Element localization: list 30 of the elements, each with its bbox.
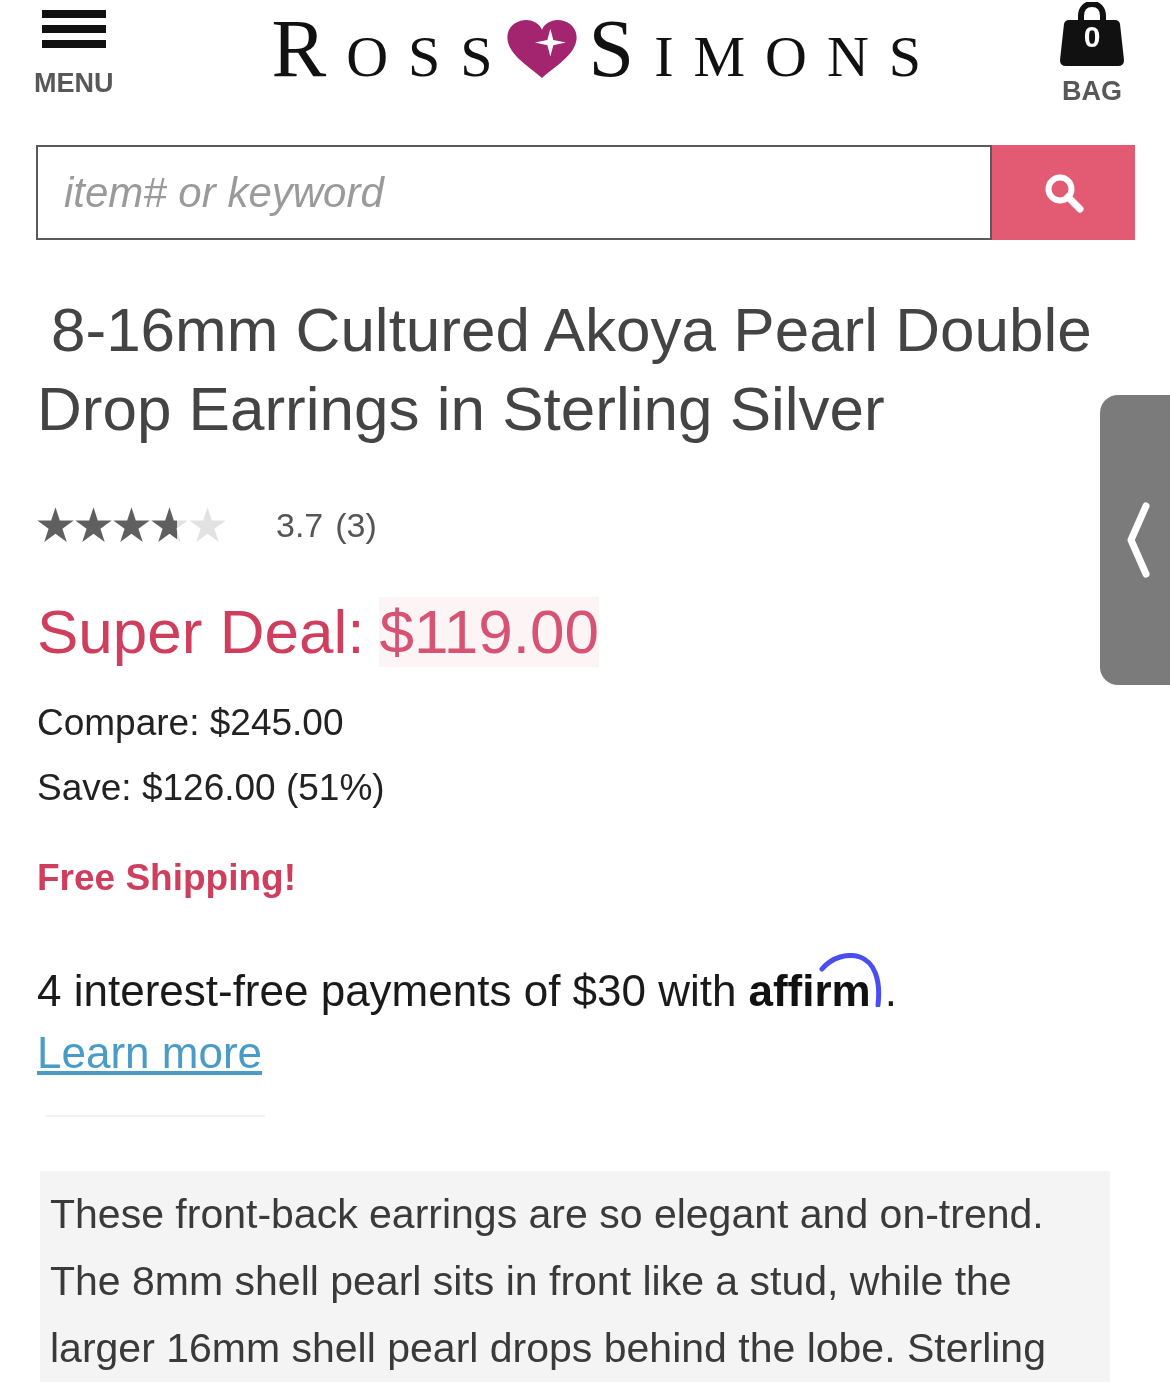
bag-button[interactable]: 0 BAG [1059, 0, 1125, 107]
logo-text: ROSS [271, 8, 513, 90]
price-amount: $119.00 [379, 597, 599, 667]
product-title: 8-16mm Cultured Akoya Pearl Double Drop Earrings in Sterling Silver [37, 294, 1093, 445]
menu-button[interactable]: MENU [34, 0, 114, 99]
star-icon [75, 507, 112, 543]
search-field[interactable]: item# or keyword [36, 145, 992, 240]
heart-icon [504, 19, 579, 79]
star-icon [37, 507, 74, 543]
financing-text: 4 interest-free payments of $30 with [37, 967, 737, 1015]
affirm-logo: affirm [748, 953, 885, 1015]
rating-score: 3.7 [276, 505, 324, 545]
deal-label: Super Deal: [37, 597, 365, 667]
shipping-text: Free Shipping! [37, 858, 297, 898]
period-text: . [884, 967, 897, 1015]
star-icon [151, 507, 188, 543]
chevron-left-icon [1126, 502, 1152, 578]
menu-icon [41, 10, 106, 48]
bag-count: 0 [1082, 22, 1102, 52]
star-icon [189, 507, 226, 543]
star-icon [113, 507, 150, 543]
shopping-bag-icon [1059, 2, 1125, 66]
logo-text: SIMONS [588, 8, 942, 90]
savings-text: Save: $126.00 (51%) [37, 768, 386, 808]
side-panel-tab[interactable] [1100, 395, 1170, 685]
search-button[interactable] [992, 145, 1135, 240]
review-count: (3) [335, 505, 377, 545]
search-icon [1043, 172, 1084, 213]
compare-price: Compare: $245.00 [37, 703, 345, 743]
product-description: These front-back earrings are so elegant and on-trend. The 8mm shell pearl sits in front like a stud, while the larger 16mm shell pearl drops behind the lobe. Sterling [40, 1171, 1110, 1382]
